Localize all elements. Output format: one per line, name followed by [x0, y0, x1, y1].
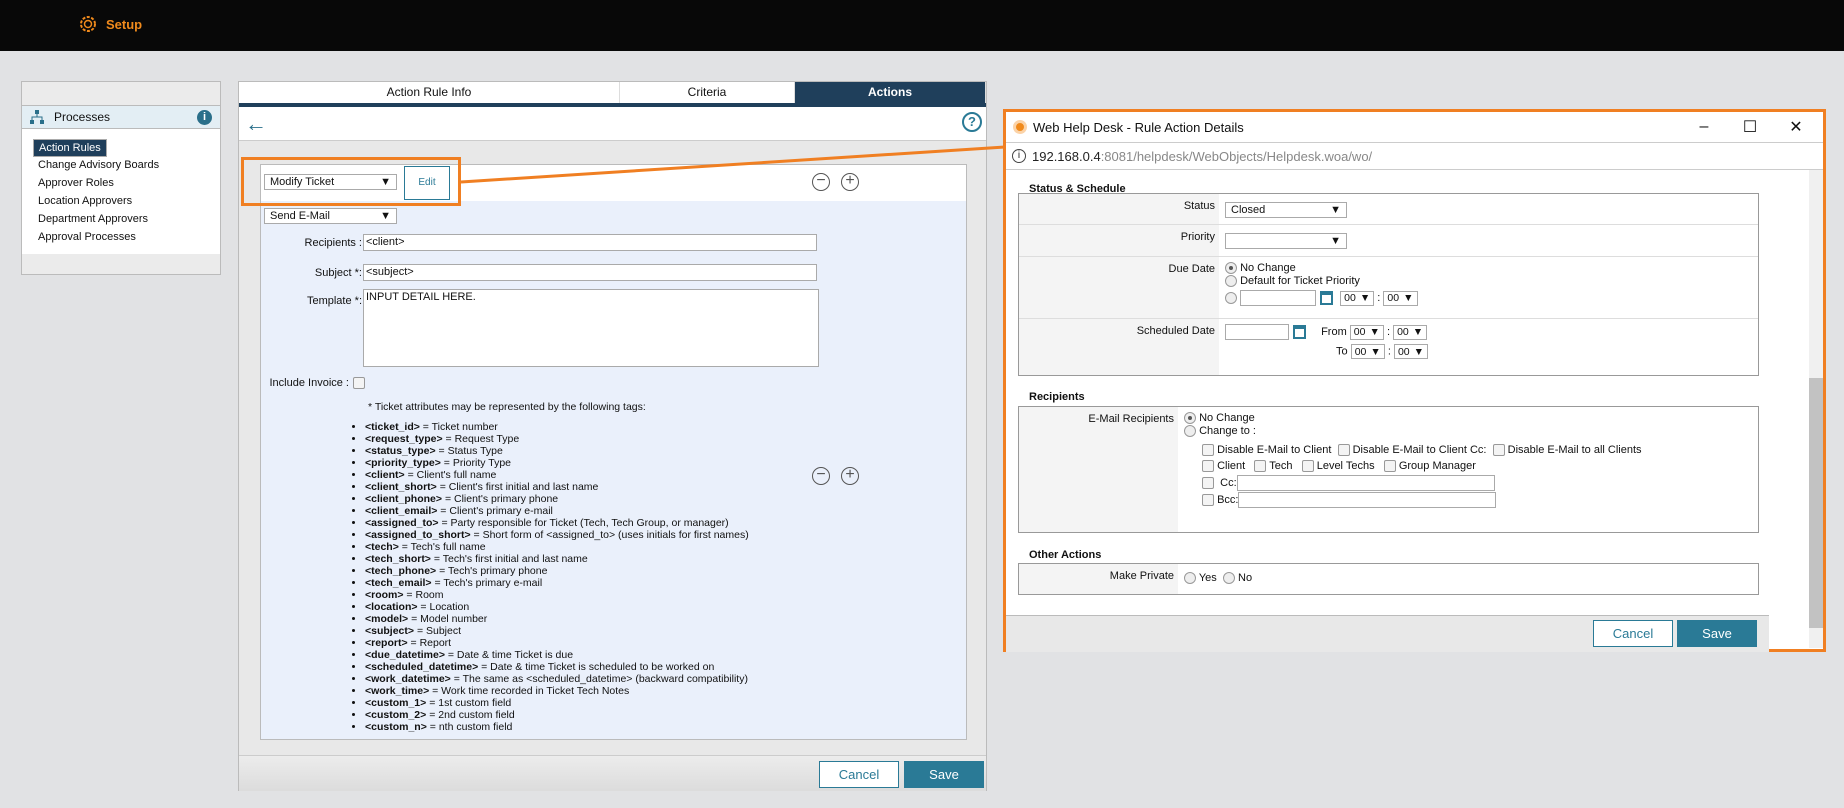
recipients-no-change-radio[interactable]: [1184, 412, 1196, 425]
recipients-change-radio[interactable]: [1184, 425, 1196, 438]
level-techs-checkbox[interactable]: [1301, 460, 1314, 473]
cc-checkbox[interactable]: [1202, 477, 1214, 489]
recipients-heading: Recipients: [1029, 391, 1085, 403]
to-label: To: [1336, 345, 1348, 358]
close-icon[interactable]: ✕: [1776, 117, 1816, 137]
window-title-bar: Web Help Desk - Rule Action Details – ☐ …: [1006, 112, 1823, 143]
checkbox-label: Tech: [1269, 460, 1293, 472]
info-icon: i: [1012, 149, 1026, 163]
due-date-input[interactable]: [1240, 290, 1317, 306]
cc-input[interactable]: [1236, 475, 1495, 491]
scrollbar[interactable]: [1809, 170, 1823, 648]
checkbox-label: Disable E-Mail to all Clients: [1507, 444, 1642, 456]
client-checkbox[interactable]: [1202, 460, 1214, 473]
private-yes-radio[interactable]: [1184, 572, 1196, 585]
radio-label: Yes: [1198, 572, 1217, 584]
scrollbar-thumb[interactable]: [1809, 378, 1823, 628]
dropdown-arrow-icon: ▼: [1330, 204, 1341, 216]
checkbox-label: Group Manager: [1398, 460, 1476, 472]
from-label: From: [1321, 325, 1347, 338]
scheduled-date-label: Scheduled Date: [1019, 319, 1219, 375]
due-no-change-radio[interactable]: [1225, 262, 1237, 275]
bcc-input[interactable]: [1238, 492, 1497, 508]
bcc-label: Bcc:: [1217, 493, 1239, 506]
status-select[interactable]: Closed ▼: [1225, 202, 1347, 218]
radio-label: Change to :: [1199, 425, 1256, 437]
status-schedule-table: Status Closed ▼ Priority ▼ Due Date No Ch…: [1018, 193, 1759, 376]
due-minute-select[interactable]: 00 ▼: [1383, 290, 1418, 306]
due-date-label: Due Date: [1019, 257, 1219, 318]
cc-label: Cc:: [1220, 476, 1237, 489]
radio-label: No: [1238, 572, 1253, 584]
popup-content: Status & Schedule Status Closed ▼ Priorit…: [1009, 170, 1767, 630]
checkbox-label: Level Techs: [1316, 460, 1375, 472]
minimize-icon[interactable]: –: [1684, 118, 1724, 136]
popup-save-button[interactable]: Save: [1677, 620, 1757, 647]
from-hour-select[interactable]: 00 ▼: [1349, 324, 1384, 340]
due-hour-select[interactable]: 00 ▼: [1340, 290, 1375, 306]
make-private-label: Make Private: [1019, 564, 1178, 594]
checkbox-label: Disable E-Mail to Client: [1217, 444, 1332, 456]
rule-action-details-window: Web Help Desk - Rule Action Details – ☐ …: [1003, 109, 1826, 652]
scheduled-date-input[interactable]: [1225, 324, 1289, 340]
checkbox-label: Client: [1217, 460, 1246, 472]
priority-select[interactable]: ▼: [1225, 233, 1347, 249]
calendar-icon[interactable]: [1293, 325, 1306, 339]
due-default-radio[interactable]: [1225, 275, 1237, 288]
due-custom-radio[interactable]: [1225, 292, 1237, 304]
dropdown-arrow-icon: ▼: [1330, 235, 1341, 247]
disable-client-checkbox[interactable]: [1202, 444, 1214, 457]
to-hour-select[interactable]: 00 ▼: [1350, 344, 1385, 359]
bcc-checkbox[interactable]: [1202, 494, 1214, 506]
disable-client-cc-checkbox[interactable]: [1337, 444, 1350, 457]
from-minute-select[interactable]: 00 ▼: [1393, 324, 1428, 340]
radio-label: No Change: [1199, 412, 1255, 424]
radio-label: Default for Ticket Priority: [1240, 275, 1360, 287]
window-title: Web Help Desk - Rule Action Details: [1033, 119, 1244, 135]
popup-cancel-button[interactable]: Cancel: [1593, 620, 1673, 647]
priority-label: Priority: [1019, 225, 1219, 256]
checkbox-label: Disable E-Mail to Client Cc:: [1352, 444, 1487, 456]
recipients-table: E-Mail Recipients No Change Change to : …: [1018, 406, 1759, 533]
disable-all-clients-checkbox[interactable]: [1492, 444, 1505, 457]
email-recipients-label: E-Mail Recipients: [1019, 407, 1178, 532]
status-label: Status: [1019, 194, 1219, 224]
radio-label: No Change: [1240, 262, 1296, 274]
group-manager-checkbox[interactable]: [1383, 460, 1396, 473]
other-actions-table: Make Private Yes No: [1018, 563, 1759, 595]
maximize-icon[interactable]: ☐: [1730, 117, 1770, 137]
to-minute-select[interactable]: 00 ▼: [1393, 344, 1429, 359]
other-actions-heading: Other Actions: [1029, 549, 1102, 561]
address-bar[interactable]: i 192.168.0.4:8081/helpdesk/WebObjects/H…: [1006, 143, 1823, 170]
calendar-icon[interactable]: [1320, 291, 1334, 305]
app-logo-icon: [1013, 120, 1027, 134]
tech-checkbox[interactable]: [1254, 460, 1267, 473]
private-no-radio[interactable]: [1222, 572, 1235, 585]
url-host: 192.168.0.4: [1032, 148, 1101, 164]
url-path: :8081/helpdesk/WebObjects/Helpdesk.woa/w…: [1100, 148, 1373, 164]
